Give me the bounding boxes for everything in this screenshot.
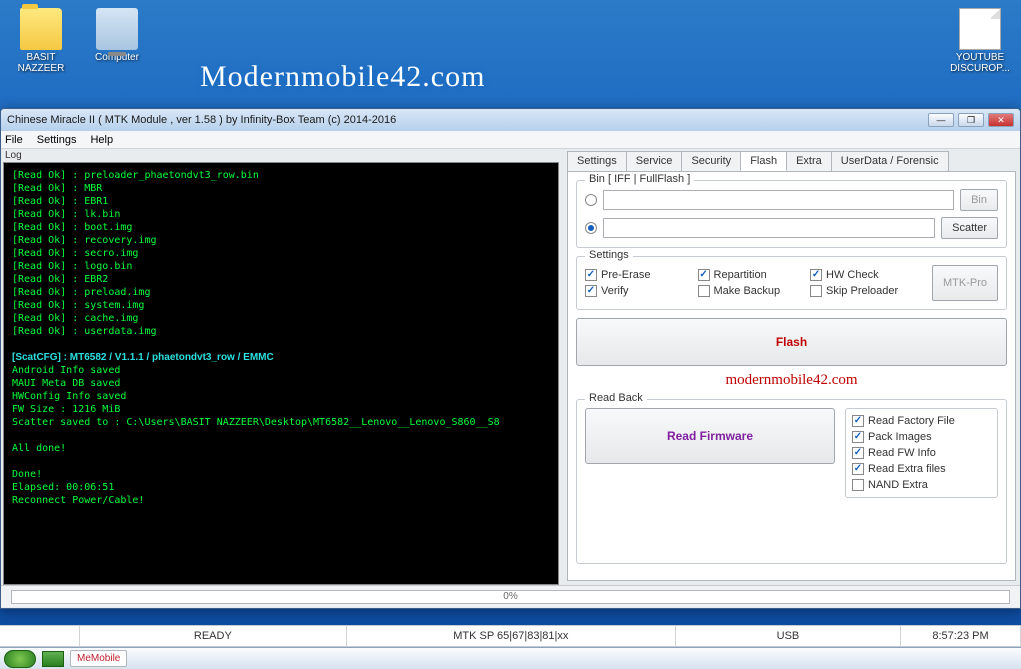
radio-scatter[interactable] [585,222,597,234]
status-mtk: MTK SP 65|67|83|81|xx [347,626,676,646]
window-title: Chinese Miracle II ( MTK Module , ver 1.… [7,114,928,126]
check-label: Make Backup [714,285,781,297]
link-text: modernmobile42.com [576,372,1007,389]
taskbar-icon[interactable] [42,651,64,667]
desktop-icon-label: YOUTUBE DISCUROP... [945,52,1015,74]
checkbox-icon [852,431,864,443]
app-window: Chinese Miracle II ( MTK Module , ver 1.… [0,108,1021,609]
status-cell [0,626,80,646]
readback-check-4[interactable]: NAND Extra [852,479,991,491]
titlebar[interactable]: Chinese Miracle II ( MTK Module , ver 1.… [1,109,1020,131]
tab-security[interactable]: Security [681,151,741,171]
settings-check-2[interactable]: HW Check [810,269,923,281]
menu-file[interactable]: File [5,134,23,146]
taskbar: MeMobile [0,647,1021,669]
checkbox-icon [852,463,864,475]
status-time: 8:57:23 PM [901,626,1021,646]
menubar: File Settings Help [1,131,1020,149]
readback-check-3[interactable]: Read Extra files [852,463,991,475]
check-label: Skip Preloader [826,285,898,297]
checkbox-icon [585,269,597,281]
menu-settings[interactable]: Settings [37,134,77,146]
flash-button[interactable]: Flash [576,318,1007,366]
tab-flash[interactable]: Flash [740,151,787,171]
status-usb: USB [676,626,901,646]
check-label: Read FW Info [868,447,936,459]
tab-body-flash: Bin [ IFF | FullFlash ] Bin Scatter Sett… [567,171,1016,581]
desktop-icon-label: BASIT NAZZEER [6,52,76,74]
scatter-path-input[interactable] [603,218,935,238]
tab-extra[interactable]: Extra [786,151,832,171]
scatter-button[interactable]: Scatter [941,217,998,239]
bin-path-input[interactable] [603,190,954,210]
readback-title: Read Back [585,392,647,404]
tab-settings[interactable]: Settings [567,151,627,171]
readback-check-1[interactable]: Pack Images [852,431,991,443]
readback-group: Read Back Read Firmware Read Factory Fil… [576,399,1007,564]
settings-check-4[interactable]: Make Backup [698,285,811,297]
readback-check-2[interactable]: Read FW Info [852,447,991,459]
settings-check-5[interactable]: Skip Preloader [810,285,923,297]
settings-group-title: Settings [585,249,633,261]
taskbar-item[interactable]: MeMobile [70,650,127,667]
settings-check-3[interactable]: Verify [585,285,698,297]
read-firmware-button[interactable]: Read Firmware [585,408,835,464]
checkbox-icon [810,269,822,281]
tab-service[interactable]: Service [626,151,683,171]
settings-check-0[interactable]: Pre-Erase [585,269,698,281]
document-icon [959,8,1001,50]
check-label: NAND Extra [868,479,928,491]
progress-text: 0% [503,591,517,602]
checkbox-icon [852,447,864,459]
computer-icon [96,8,138,50]
checkbox-icon [698,285,710,297]
readback-check-0[interactable]: Read Factory File [852,415,991,427]
maximize-button[interactable]: ❐ [958,113,984,127]
desktop-icon-doc[interactable]: YOUTUBE DISCUROP... [945,8,1015,74]
checkbox-icon [852,415,864,427]
folder-icon [20,8,62,50]
checkbox-icon [810,285,822,297]
tab-userdata[interactable]: UserData / Forensic [831,151,949,171]
bin-group: Bin [ IFF | FullFlash ] Bin Scatter [576,180,1007,248]
radio-bin[interactable] [585,194,597,206]
menu-help[interactable]: Help [90,134,113,146]
check-label: Verify [601,285,629,297]
desktop-icon-folder[interactable]: BASIT NAZZEER [6,8,76,74]
log-panel: Log [Read Ok] : preloader_phaetondvt3_ro… [1,149,561,585]
desktop-icon-computer[interactable]: Computer [82,8,152,63]
checkbox-icon [585,285,597,297]
settings-check-1[interactable]: Repartition [698,269,811,281]
checkbox-icon [698,269,710,281]
settings-group: Settings Pre-EraseRepartitionHW CheckVer… [576,256,1007,310]
status-bar: READY MTK SP 65|67|83|81|xx USB 8:57:23 … [0,625,1021,647]
check-label: Pack Images [868,431,932,443]
status-ready: READY [80,626,347,646]
check-label: Pre-Erase [601,269,651,281]
check-label: Read Extra files [868,463,946,475]
minimize-button[interactable]: — [928,113,954,127]
start-button[interactable] [4,650,36,668]
watermark-text: Modernmobile42.com [200,60,485,94]
readback-options: Read Factory File Pack Images Read FW Info… [845,408,998,498]
log-output[interactable]: [Read Ok] : preloader_phaetondvt3_row.bi… [3,162,559,585]
progress-bar: 0% [11,590,1010,604]
check-label: Repartition [714,269,767,281]
mtk-pro-button[interactable]: MTK-Pro [932,265,998,301]
progress-area: 0% [1,585,1020,607]
check-label: Read Factory File [868,415,955,427]
right-panel: Settings Service Security Flash Extra Us… [561,149,1020,585]
check-label: HW Check [826,269,879,281]
close-button[interactable]: ✕ [988,113,1014,127]
bin-button[interactable]: Bin [960,189,998,211]
bin-group-title: Bin [ IFF | FullFlash ] [585,173,694,185]
tab-strip: Settings Service Security Flash Extra Us… [567,151,1016,171]
log-label: Log [1,149,561,162]
checkbox-icon [852,479,864,491]
